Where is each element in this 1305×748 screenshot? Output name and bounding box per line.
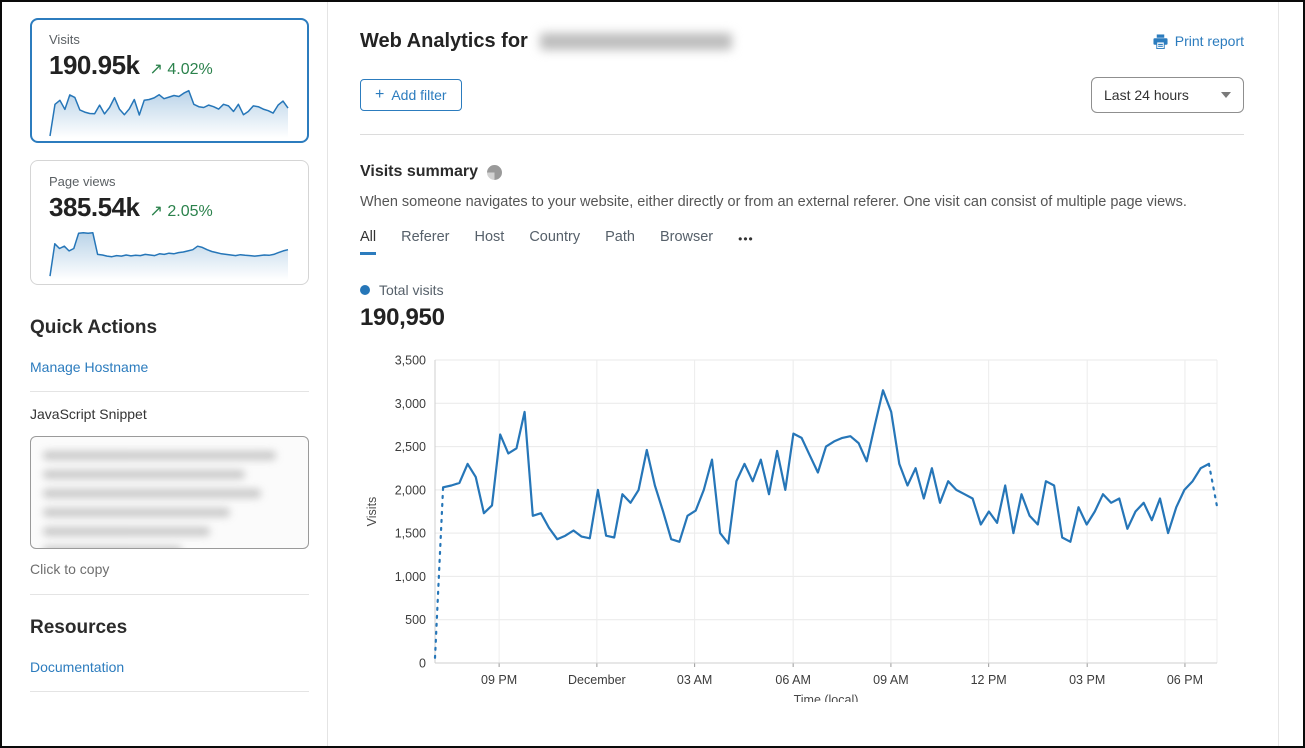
redacted-code-line	[43, 451, 276, 460]
svg-text:12 PM: 12 PM	[971, 673, 1007, 687]
svg-text:06 PM: 06 PM	[1167, 673, 1203, 687]
svg-text:2,500: 2,500	[395, 440, 426, 454]
documentation-link[interactable]: Documentation	[30, 659, 124, 675]
svg-text:1,000: 1,000	[395, 570, 426, 584]
js-snippet-box[interactable]	[30, 436, 309, 549]
tab-country[interactable]: Country	[529, 229, 580, 255]
visits-sparkline	[49, 83, 289, 139]
svg-text:0: 0	[419, 657, 426, 671]
redacted-code-line	[43, 546, 182, 549]
print-report-button[interactable]: Print report	[1153, 33, 1244, 49]
add-filter-button[interactable]: + Add filter	[360, 79, 462, 111]
tab-referer[interactable]: Referer	[401, 229, 449, 255]
page-title-text: Web Analytics for	[360, 30, 528, 53]
svg-text:2,000: 2,000	[395, 483, 426, 497]
svg-text:09 PM: 09 PM	[481, 673, 517, 687]
web-analytics-dashboard: Visits 190.95k ↗ 4.02% Page views 385.54…	[0, 0, 1305, 748]
tab-path[interactable]: Path	[605, 229, 635, 255]
svg-text:500: 500	[405, 613, 426, 627]
pageviews-sparkline	[49, 225, 289, 281]
redacted-code-line	[43, 470, 245, 479]
redacted-code-line	[43, 489, 261, 498]
svg-text:1,500: 1,500	[395, 527, 426, 541]
js-snippet-label: JavaScript Snippet	[30, 406, 309, 422]
svg-text:3,500: 3,500	[395, 354, 426, 368]
page-title: Web Analytics for	[360, 30, 732, 53]
card-label: Page views	[49, 174, 290, 189]
plus-icon: +	[375, 87, 384, 103]
help-icon[interactable]	[487, 165, 502, 180]
svg-text:Visits: Visits	[365, 497, 379, 527]
click-to-copy-hint: Click to copy	[30, 561, 309, 577]
redacted-code-line	[43, 508, 230, 517]
delta-value: 2.05%	[167, 203, 212, 220]
up-arrow-icon: ↗	[149, 203, 162, 220]
svg-text:December: December	[568, 673, 626, 687]
add-filter-label: Add filter	[391, 87, 446, 103]
svg-text:03 AM: 03 AM	[677, 673, 712, 687]
metric-card-visits[interactable]: Visits 190.95k ↗ 4.02%	[30, 18, 309, 143]
time-range-value: Last 24 hours	[1104, 87, 1189, 103]
svg-text:3,000: 3,000	[395, 397, 426, 411]
legend-dot-icon	[360, 285, 370, 295]
svg-text:Time (local): Time (local)	[794, 693, 859, 702]
redacted-code-line	[43, 527, 210, 536]
up-arrow-icon: ↗	[149, 61, 162, 78]
legend-label: Total visits	[379, 282, 444, 298]
tab-all[interactable]: All	[360, 229, 376, 255]
svg-text:03 PM: 03 PM	[1069, 673, 1105, 687]
delta-value: 4.02%	[167, 61, 212, 78]
card-value: 190.95k	[49, 50, 139, 81]
tab-host[interactable]: Host	[474, 229, 504, 255]
divider	[30, 594, 309, 595]
total-visits-value: 190,950	[360, 304, 1244, 332]
manage-hostname-link[interactable]: Manage Hostname	[30, 359, 148, 375]
main-panel: Web Analytics for Print report +	[328, 2, 1279, 746]
summary-tabs: All Referer Host Country Path Browser •••	[360, 229, 1244, 255]
resources-heading: Resources	[30, 617, 309, 639]
divider	[30, 691, 309, 692]
tab-browser[interactable]: Browser	[660, 229, 713, 255]
divider	[30, 391, 309, 392]
delta-badge: ↗ 4.02%	[149, 59, 212, 79]
visits-summary-title: Visits summary	[360, 163, 478, 181]
delta-badge: ↗ 2.05%	[149, 201, 212, 221]
site-domain-redacted	[540, 33, 732, 50]
card-value: 385.54k	[49, 192, 139, 223]
quick-actions-heading: Quick Actions	[30, 317, 309, 339]
printer-icon	[1153, 34, 1168, 49]
visits-line-chart: 0 500 1,000 1,500 2,000 2,500 3,000 3,500 09 PM D…	[360, 350, 1244, 702]
print-report-label: Print report	[1175, 33, 1244, 49]
more-tabs-button[interactable]: •••	[738, 232, 754, 253]
chevron-down-icon	[1221, 92, 1231, 98]
metric-card-pageviews[interactable]: Page views 385.54k ↗ 2.05%	[30, 160, 309, 285]
svg-text:09 AM: 09 AM	[873, 673, 908, 687]
time-range-select[interactable]: Last 24 hours	[1091, 77, 1244, 113]
card-label: Visits	[49, 32, 290, 47]
right-gutter	[1279, 2, 1303, 746]
visits-summary-description: When someone navigates to your website, …	[360, 194, 1244, 210]
sidebar: Visits 190.95k ↗ 4.02% Page views 385.54…	[2, 2, 328, 746]
visits-summary-section: Visits summary When someone navigates to…	[328, 135, 1278, 707]
svg-text:06 AM: 06 AM	[775, 673, 810, 687]
